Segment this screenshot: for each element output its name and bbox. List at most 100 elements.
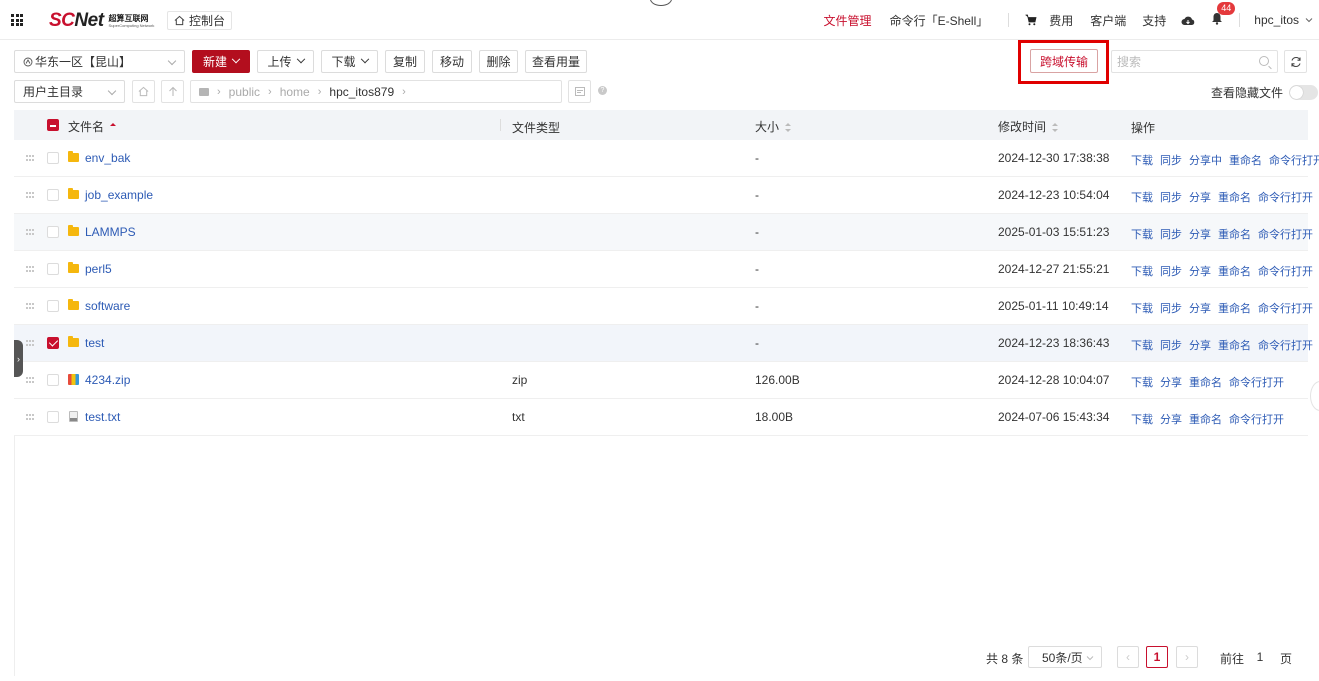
- table-row[interactable]: job_example - 2024-12-23 10:54:04 下载 同步 …: [14, 177, 1313, 214]
- scnet-logo[interactable]: SCNet 超算互联网 SuperComputing Network: [49, 10, 154, 32]
- action-share[interactable]: 分享: [1189, 300, 1211, 316]
- breadcrumb-item[interactable]: home: [280, 85, 310, 99]
- action-sync[interactable]: 同步: [1160, 300, 1182, 316]
- row-checkbox[interactable]: [47, 152, 59, 164]
- notification-bell[interactable]: 44: [1211, 2, 1236, 28]
- download-button[interactable]: 下载: [321, 50, 378, 73]
- column-header-size[interactable]: 大小: [755, 118, 793, 135]
- action-rename[interactable]: 重命名: [1229, 152, 1262, 168]
- action-rename[interactable]: 重命名: [1218, 226, 1251, 242]
- action-rename[interactable]: 重命名: [1218, 337, 1251, 353]
- action-open-shell[interactable]: 命令行打开: [1258, 337, 1313, 353]
- table-row[interactable]: software - 2025-01-11 10:49:14 下载 同步 分享 …: [14, 288, 1313, 325]
- sidebar-expand-tab[interactable]: ›: [14, 340, 23, 377]
- search-input[interactable]: [1117, 54, 1247, 69]
- move-button[interactable]: 移动: [432, 50, 472, 73]
- nav-eshell[interactable]: 命令行「E-Shell」: [890, 12, 989, 29]
- file-name-link[interactable]: 4234.zip: [85, 373, 130, 387]
- upload-button[interactable]: 上传: [257, 50, 314, 73]
- action-share[interactable]: 分享: [1189, 226, 1211, 242]
- action-rename[interactable]: 重命名: [1218, 263, 1251, 279]
- action-download[interactable]: 下载: [1131, 337, 1153, 353]
- breadcrumb[interactable]: › public › home › hpc_itos879 ›: [190, 80, 562, 103]
- drag-handle-icon[interactable]: [26, 229, 34, 235]
- action-open-shell[interactable]: 命令行打开: [1229, 374, 1284, 390]
- show-hidden-switch[interactable]: [1289, 85, 1319, 100]
- console-button[interactable]: 控制台: [167, 11, 233, 30]
- up-button[interactable]: [161, 80, 184, 103]
- breadcrumb-item[interactable]: hpc_itos879: [329, 85, 394, 99]
- drag-handle-icon[interactable]: [26, 155, 34, 161]
- chevron-down-icon[interactable]: [1305, 17, 1313, 23]
- search-icon[interactable]: [1259, 56, 1269, 66]
- action-download[interactable]: 下载: [1131, 152, 1153, 168]
- action-share[interactable]: 分享: [1160, 374, 1182, 390]
- floating-tool-button[interactable]: [1310, 381, 1319, 411]
- action-rename[interactable]: 重命名: [1189, 411, 1222, 427]
- page-number[interactable]: 1: [1146, 646, 1168, 668]
- action-open-shell[interactable]: 命令行打开: [1258, 189, 1313, 205]
- show-hidden-toggle[interactable]: 查看隐藏文件: [1211, 84, 1319, 101]
- table-row[interactable]: test.txt txt 18.00B 2024-07-06 15:43:34 …: [14, 399, 1308, 436]
- column-header-name[interactable]: 文件名: [68, 118, 118, 135]
- file-name-link[interactable]: software: [85, 299, 130, 313]
- prev-page-button[interactable]: ‹: [1117, 646, 1139, 668]
- cart-icon[interactable]: [1025, 14, 1037, 26]
- row-checkbox[interactable]: [47, 374, 59, 386]
- cloud-download-icon[interactable]: [1181, 15, 1195, 26]
- action-sync[interactable]: 同步: [1160, 152, 1182, 168]
- table-row[interactable]: test - 2024-12-23 18:36:43 下载 同步 分享 重命名 …: [14, 325, 1313, 362]
- row-checkbox[interactable]: [47, 263, 59, 275]
- sort-icon[interactable]: [785, 122, 793, 133]
- action-rename[interactable]: 重命名: [1218, 189, 1251, 205]
- action-download[interactable]: 下载: [1131, 300, 1153, 316]
- column-header-mtime[interactable]: 修改时间: [998, 118, 1060, 135]
- action-share[interactable]: 分享: [1189, 337, 1211, 353]
- table-row[interactable]: perl5 - 2024-12-27 21:55:21 下载 同步 分享 重命名…: [14, 251, 1313, 288]
- table-row[interactable]: 4234.zip zip 126.00B 2024-12-28 10:04:07…: [14, 362, 1308, 399]
- action-open-shell[interactable]: 命令行打开: [1258, 300, 1313, 316]
- drag-handle-icon[interactable]: [26, 192, 34, 198]
- action-share[interactable]: 分享: [1189, 189, 1211, 205]
- edit-path-button[interactable]: [568, 80, 591, 103]
- action-download[interactable]: 下载: [1131, 411, 1153, 427]
- region-select[interactable]: 华东一区【昆山】: [14, 50, 185, 73]
- action-share[interactable]: 分享: [1189, 263, 1211, 279]
- page-size-select[interactable]: 50条/页: [1028, 646, 1102, 668]
- row-checkbox[interactable]: [47, 300, 59, 312]
- action-open-shell[interactable]: 命令行打开: [1229, 411, 1284, 427]
- action-sync[interactable]: 同步: [1160, 226, 1182, 242]
- sort-icon[interactable]: [1052, 122, 1060, 133]
- table-row[interactable]: LAMMPS - 2025-01-03 15:51:23 下载 同步 分享 重命…: [14, 214, 1313, 251]
- action-rename[interactable]: 重命名: [1189, 374, 1222, 390]
- row-checkbox[interactable]: [47, 226, 59, 238]
- action-download[interactable]: 下载: [1131, 226, 1153, 242]
- drag-handle-icon[interactable]: [26, 303, 34, 309]
- goto-page-input[interactable]: 1: [1246, 646, 1274, 668]
- drag-handle-icon[interactable]: [26, 340, 34, 346]
- nav-client[interactable]: 客户端: [1090, 12, 1126, 29]
- row-checkbox[interactable]: [47, 189, 59, 201]
- file-name-link[interactable]: env_bak: [85, 151, 130, 165]
- select-all-checkbox[interactable]: [47, 119, 59, 131]
- file-name-link[interactable]: job_example: [85, 188, 153, 202]
- file-name-link[interactable]: perl5: [85, 262, 112, 276]
- row-checkbox[interactable]: [47, 337, 59, 349]
- action-download[interactable]: 下载: [1131, 189, 1153, 205]
- nav-support[interactable]: 支持: [1142, 12, 1166, 29]
- file-name-link[interactable]: LAMMPS: [85, 225, 136, 239]
- table-row[interactable]: env_bak - 2024-12-30 17:38:38 下载 同步 分享中 …: [14, 140, 1319, 177]
- action-rename[interactable]: 重命名: [1218, 300, 1251, 316]
- drag-handle-icon[interactable]: [26, 377, 34, 383]
- file-name-link[interactable]: test.txt: [85, 410, 120, 424]
- new-button[interactable]: 新建: [192, 50, 250, 73]
- action-download[interactable]: 下载: [1131, 374, 1153, 390]
- home-button[interactable]: [132, 80, 155, 103]
- app-grid-icon[interactable]: [11, 14, 23, 26]
- action-open-shell[interactable]: 命令行打开: [1258, 263, 1313, 279]
- action-open-shell[interactable]: 命令行打开: [1269, 152, 1319, 168]
- action-sync[interactable]: 同步: [1160, 189, 1182, 205]
- action-open-shell[interactable]: 命令行打开: [1258, 226, 1313, 242]
- sort-icon[interactable]: [110, 122, 118, 133]
- action-share[interactable]: 分享中: [1189, 152, 1222, 168]
